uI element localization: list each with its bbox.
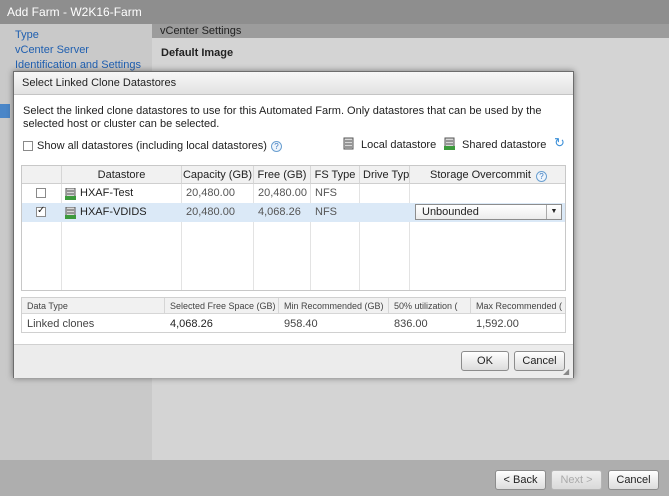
select-datastores-dialog: Select Linked Clone Datastores Select th… — [13, 71, 574, 378]
header-capacity[interactable]: Capacity (GB) — [182, 166, 254, 184]
help-icon[interactable]: ? — [271, 141, 282, 152]
dialog-title: Select Linked Clone Datastores — [14, 72, 573, 95]
header-storage-overcommit-label: Storage Overcommit — [430, 169, 531, 181]
section-title: Default Image — [161, 47, 234, 59]
summary-value: 836.00 — [394, 318, 428, 330]
dialog-description: Select the linked clone datastores to us… — [23, 105, 542, 130]
nav-vcenter-server[interactable]: vCenter Server — [15, 44, 89, 56]
summary-header: Max Recommended ( — [471, 298, 565, 314]
summary-header: Selected Free Space (GB) — [165, 298, 279, 314]
table-row[interactable]: HXAF-Test 20,480.00 20,480.00 NFS — [22, 184, 565, 203]
legend-local: Local datastore — [361, 139, 437, 151]
table-row[interactable]: HXAF-VDIDS 20,480.00 4,068.26 NFS Unboun… — [22, 203, 565, 222]
header-free[interactable]: Free (GB) — [254, 166, 311, 184]
summary-header: Min Recommended (GB) — [279, 298, 389, 314]
refresh-icon[interactable]: ↻ — [554, 136, 565, 149]
storage-overcommit-select[interactable]: Unbounded ▼ — [415, 204, 562, 220]
local-datastore-icon — [343, 137, 354, 153]
show-all-checkbox[interactable] — [23, 141, 33, 151]
datastore-name: HXAF-Test — [80, 187, 134, 199]
wizard-cancel-button[interactable]: Cancel — [608, 470, 659, 490]
header-datastore[interactable]: Datastore — [62, 166, 182, 184]
resize-grip-icon[interactable]: ◢ — [563, 367, 569, 376]
summary-value: 4,068.26 — [170, 318, 213, 330]
header-drive-type[interactable]: Drive Typ — [360, 166, 410, 184]
header-fs-type[interactable]: FS Type — [311, 166, 360, 184]
summary-value: 1,592.00 — [476, 318, 519, 330]
fs-type: NFS — [315, 187, 337, 199]
summary-header: 50% utilization ( — [389, 298, 471, 314]
capacity: 20,480.00 — [186, 187, 235, 199]
row-checkbox[interactable] — [36, 205, 46, 217]
nav-active-marker — [0, 104, 10, 118]
row-checkbox[interactable] — [36, 188, 46, 198]
header-storage-overcommit[interactable]: Storage Overcommit ? — [410, 166, 565, 184]
summary-table: Data Type Selected Free Space (GB) Min R… — [21, 297, 566, 333]
wizard-title-bar: Add Farm - W2K16-Farm — [0, 0, 669, 24]
fs-type: NFS — [315, 206, 337, 218]
datastore-table: Datastore Capacity (GB) Free (GB) FS Typ… — [21, 165, 566, 291]
free-space: 20,480.00 — [258, 187, 307, 199]
header-select — [22, 166, 62, 184]
dialog-footer: OK Cancel ◢ — [14, 344, 573, 378]
shared-datastore-icon — [444, 137, 455, 153]
datastore-name: HXAF-VDIDS — [80, 206, 147, 218]
back-button[interactable]: < Back — [495, 470, 546, 490]
overcommit-help-icon[interactable]: ? — [535, 171, 547, 182]
wizard-footer: < Back Next > Cancel — [0, 460, 669, 496]
next-button[interactable]: Next > — [551, 470, 602, 490]
section-header: vCenter Settings — [152, 24, 669, 38]
shared-datastore-icon — [65, 206, 76, 219]
free-space: 4,068.26 — [258, 206, 301, 218]
nav-type[interactable]: Type — [15, 29, 39, 41]
shared-datastore-icon — [65, 187, 76, 200]
ok-button[interactable]: OK — [461, 351, 509, 371]
summary-header: Data Type — [22, 298, 165, 314]
summary-value: 958.40 — [284, 318, 318, 330]
nav-identification-settings[interactable]: Identification and Settings — [15, 59, 141, 71]
show-all-label: Show all datastores (including local dat… — [37, 140, 267, 152]
capacity: 20,480.00 — [186, 206, 235, 218]
legend-shared: Shared datastore — [462, 139, 547, 151]
cancel-button[interactable]: Cancel — [514, 351, 565, 371]
chevron-down-icon[interactable]: ▼ — [546, 205, 561, 219]
summary-value: Linked clones — [27, 318, 95, 330]
storage-overcommit-value: Unbounded — [422, 206, 479, 218]
